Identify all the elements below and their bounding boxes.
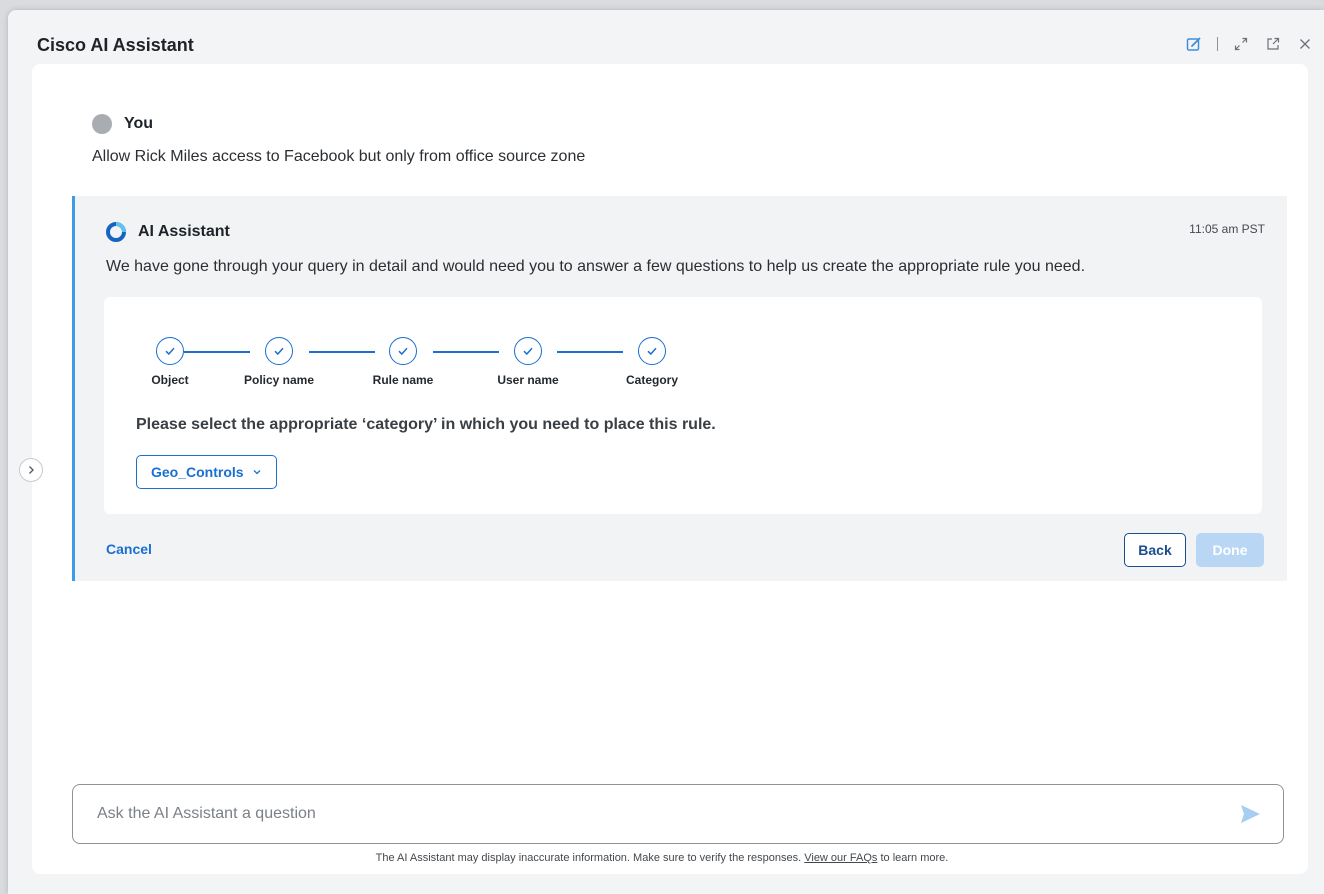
step-rule-name: Rule name [343,337,463,387]
user-header: You [92,114,153,134]
ai-assistant-logo-icon [106,222,126,242]
step-label: Rule name [372,373,434,387]
user-name: You [124,115,154,132]
chevron-right-icon[interactable] [19,458,43,482]
step-category: Category [592,337,712,387]
category-dropdown[interactable]: Geo_Controls [136,455,277,489]
check-circle-icon [389,337,417,365]
edit-icon[interactable] [1185,35,1203,53]
chat-input-box [72,784,1284,844]
category-prompt: Please select the appropriate ‘category’… [136,416,716,433]
faq-link[interactable]: View our FAQs [804,852,877,864]
popout-icon[interactable] [1264,35,1282,53]
avatar [92,114,112,134]
expand-icon[interactable] [1232,35,1250,53]
chevron-down-icon [253,470,261,475]
cancel-button[interactable]: Cancel [106,541,152,557]
check-circle-icon [156,337,184,365]
disclaimer-suffix: to learn more. [880,852,949,864]
close-icon[interactable] [1296,35,1314,53]
step-object: Object [110,337,230,387]
question-input[interactable] [95,785,1219,843]
window-title: Cisco AI Assistant [37,35,194,55]
send-icon[interactable] [1239,803,1261,825]
check-circle-icon [265,337,293,365]
step-policy-name: Policy name [219,337,339,387]
controls-divider [1217,37,1218,51]
step-label: Policy name [243,373,315,387]
step-label: Object [151,373,189,387]
assistant-message: We have gone through your query in detai… [106,258,1086,275]
check-circle-icon [514,337,542,365]
window-controls [1185,35,1314,53]
user-message: Allow Rick Miles access to Facebook but … [92,148,586,165]
check-circle-icon [638,337,666,365]
dropdown-value: Geo_Controls [151,464,244,480]
message-timestamp: 11:05 am PST [1189,222,1265,236]
assistant-name: AI Assistant [138,223,230,240]
disclaimer-text: The AI Assistant may display inaccurate … [375,852,802,864]
back-button[interactable]: Back [1124,533,1186,567]
step-user-name: User name [468,337,588,387]
assistant-response: AI Assistant 11:05 am PST We have gone t… [72,196,1287,581]
rule-wizard-card: Object Policy name Rule name User name C… [104,297,1262,514]
assistant-header: AI Assistant [106,222,230,242]
step-label: User name [497,373,559,387]
step-label: Category [625,373,678,387]
progress-stepper: Object Policy name Rule name User name C… [104,337,704,397]
disclaimer: The AI Assistant may display inaccurate … [0,852,1324,864]
done-button[interactable]: Done [1196,533,1264,567]
